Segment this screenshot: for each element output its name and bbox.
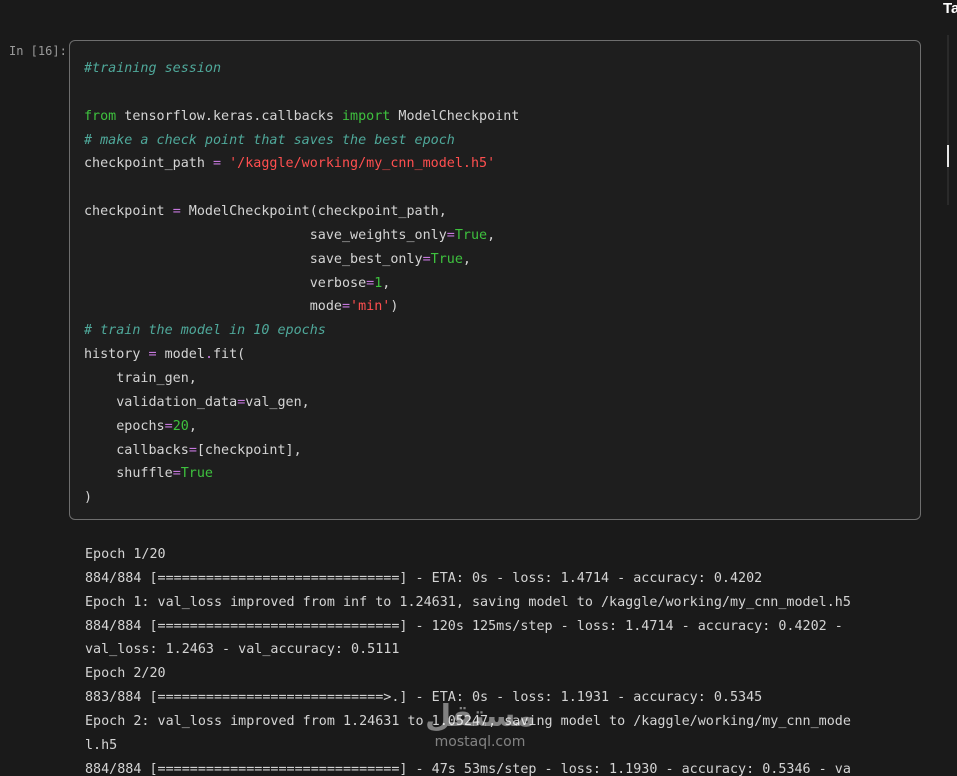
code-token: import [341, 108, 391, 124]
code-token: from [84, 108, 117, 124]
output-line: Epoch 1: val_loss improved from inf to 1… [85, 594, 851, 610]
cell-prompt: In [16]: [9, 44, 67, 58]
code-token: , [487, 227, 496, 243]
code-token: mode [84, 299, 342, 315]
code-token: #training session [84, 61, 222, 76]
code-editor[interactable]: #training session from tensorflow.keras.… [84, 57, 519, 510]
output-line: val_loss: 1.2463 - val_accuracy: 0.5111 [85, 642, 400, 658]
code-token: , [462, 251, 471, 267]
code-token: = [422, 251, 431, 267]
code-line[interactable]: # make a check point that saves the best… [84, 129, 519, 153]
code-line[interactable]: shuffle=True [84, 462, 519, 486]
code-token: epochs [84, 418, 165, 434]
code-token: = [164, 418, 173, 434]
code-token: = [188, 442, 197, 458]
code-line[interactable]: train_gen, [84, 367, 519, 391]
code-token: history [84, 347, 149, 363]
code-token: ) [390, 299, 399, 315]
code-token: . [204, 347, 213, 363]
code-token: checkpoint_path [84, 156, 213, 172]
code-token: [checkpoint], [196, 442, 302, 458]
code-token: = [172, 204, 181, 220]
code-token: validation_data [84, 394, 238, 410]
output-line: Epoch 2/20 [85, 666, 166, 682]
code-token: 'min' [350, 299, 391, 315]
output-line: 884/884 [==============================]… [85, 761, 851, 776]
code-token: 20 [172, 418, 189, 434]
code-token: shuffle [84, 466, 173, 482]
output-line: 884/884 [==============================]… [85, 618, 843, 634]
code-line[interactable]: save_weights_only=True, [84, 224, 519, 248]
watermark: مستقل mostaql.com [420, 699, 540, 751]
code-token: model [156, 347, 205, 363]
code-token: val_gen, [245, 394, 310, 410]
code-token: True [454, 227, 488, 243]
code-token: = [213, 156, 222, 172]
scrollbar-thumb[interactable] [947, 145, 949, 167]
code-token: True [430, 251, 463, 267]
code-line[interactable]: mode='min') [84, 295, 519, 319]
code-token: = [172, 466, 181, 482]
code-token: callbacks [84, 442, 189, 458]
code-line[interactable]: epochs=20, [84, 415, 519, 439]
code-token: '/kaggle/working/my_cnn_model.h5' [229, 156, 496, 172]
code-token: , [188, 418, 197, 434]
code-token: save_weights_only [84, 227, 447, 243]
code-line[interactable]: verbose=1, [84, 272, 519, 296]
panel-title-fragment[interactable]: Ta [943, 0, 957, 17]
code-token: , [382, 275, 391, 291]
output-line: 884/884 [==============================]… [85, 570, 763, 586]
watermark-arabic: مستقل [425, 699, 535, 734]
code-token: = [148, 347, 157, 363]
code-line[interactable]: from tensorflow.keras.callbacks import M… [84, 105, 519, 129]
code-line[interactable]: #training session [84, 57, 519, 81]
code-line[interactable]: callbacks=[checkpoint], [84, 439, 519, 463]
code-token: verbose [84, 275, 367, 291]
code-line[interactable]: save_best_only=True, [84, 248, 519, 272]
code-token: train_gen, [84, 370, 197, 386]
code-token: True [180, 466, 213, 482]
code-token: save_best_only [84, 251, 423, 267]
code-line[interactable]: # train the model in 10 epochs [84, 319, 519, 343]
watermark-latin: mostaql.com [434, 734, 526, 750]
code-line[interactable]: history = model.fit( [84, 343, 519, 367]
code-token: fit( [213, 347, 246, 363]
code-cell[interactable]: #training session from tensorflow.keras.… [69, 40, 921, 520]
code-token: # train the model in 10 epochs [84, 323, 326, 339]
code-token: = [446, 227, 455, 243]
code-line[interactable]: validation_data=val_gen, [84, 391, 519, 415]
output-line: Epoch 1/20 [85, 547, 166, 562]
code-line[interactable] [84, 81, 519, 105]
scrollbar[interactable] [947, 35, 949, 205]
code-token: checkpoint [84, 204, 173, 220]
code-token: tensorflow.keras.callbacks [116, 108, 342, 124]
code-line[interactable]: checkpoint_path = '/kaggle/working/my_cn… [84, 152, 519, 176]
code-token: ModelCheckpoint(checkpoint_path, [180, 204, 447, 220]
code-token: ModelCheckpoint [390, 108, 520, 124]
code-line[interactable]: ) [84, 486, 519, 510]
code-line[interactable]: checkpoint = ModelCheckpoint(checkpoint_… [84, 200, 519, 224]
code-token: # make a check point that saves the best… [84, 132, 455, 148]
code-token: = [341, 299, 351, 315]
code-token: ) [84, 490, 93, 506]
code-line[interactable] [84, 176, 519, 200]
